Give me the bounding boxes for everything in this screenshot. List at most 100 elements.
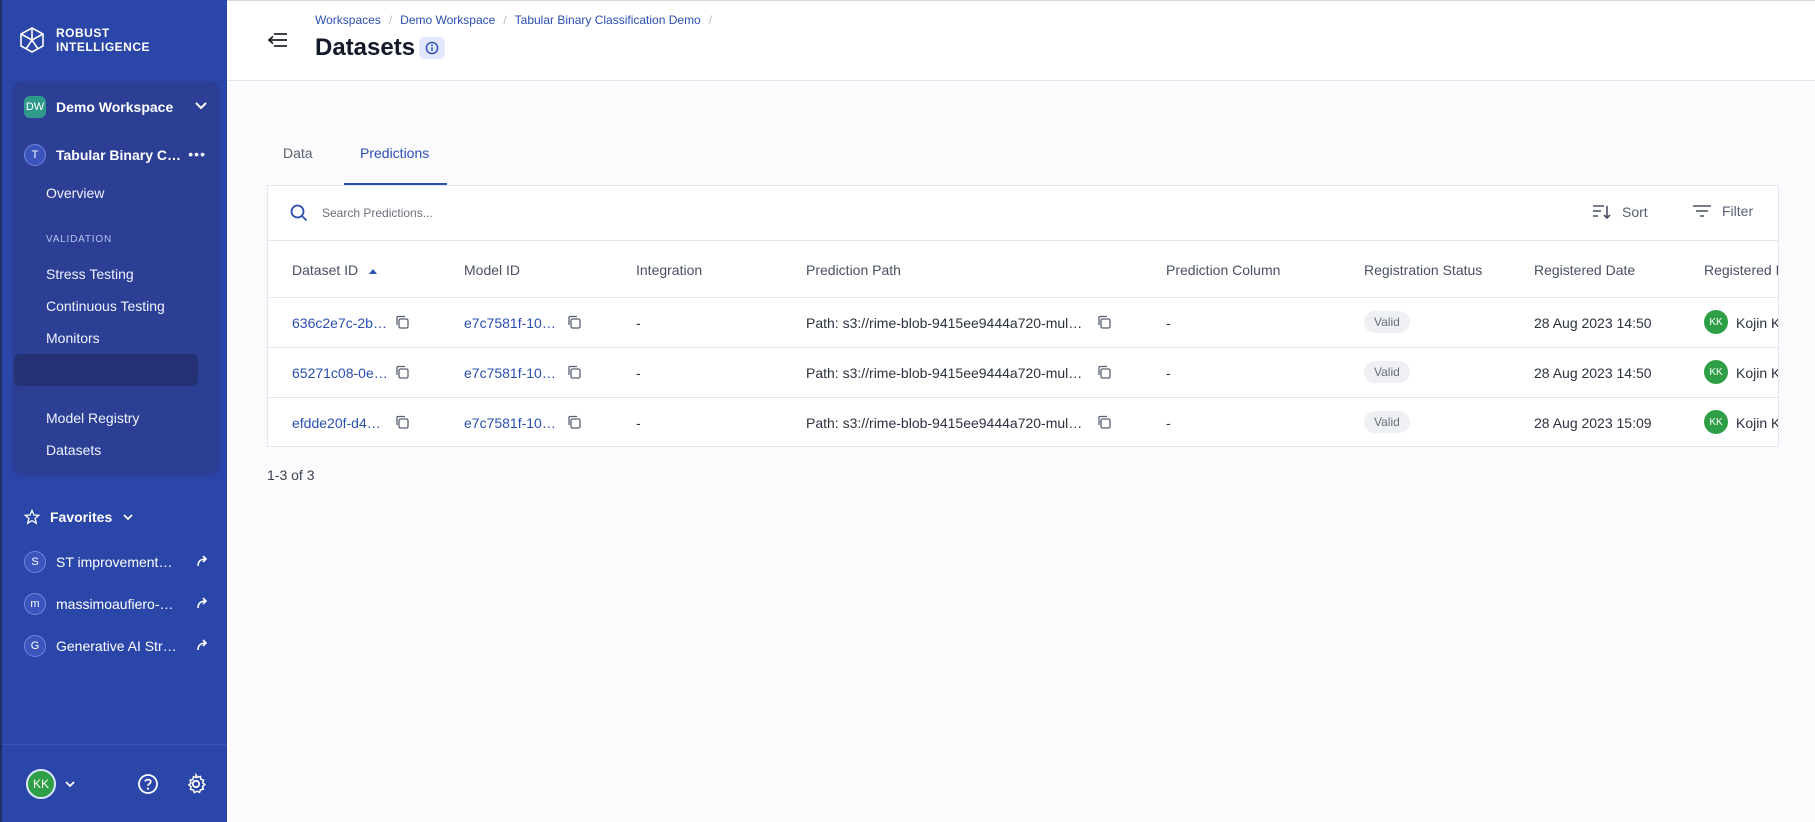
- registered-date-value: 28 Aug 2023 15:09: [1534, 415, 1652, 431]
- avatar: KK: [1704, 410, 1728, 434]
- favorite-label: ST improvements demo: [56, 554, 178, 570]
- star-icon: [24, 509, 40, 525]
- favorite-item[interactable]: m massimoaufiero-demo: [24, 592, 210, 616]
- avatar: KK: [1704, 360, 1728, 384]
- copy-icon[interactable]: [567, 415, 581, 429]
- sidebar-item-stress-testing[interactable]: Stress Testing: [46, 266, 134, 282]
- collapse-menu-icon[interactable]: [267, 29, 289, 51]
- column-integration[interactable]: Integration: [636, 262, 702, 278]
- info-button[interactable]: [419, 37, 445, 59]
- column-model-id[interactable]: Model ID: [464, 262, 520, 278]
- favorite-item[interactable]: S ST improvements demo: [24, 550, 210, 574]
- registered-date-value: 28 Aug 2023 14:50: [1534, 365, 1652, 381]
- prediction-path-value: Path: s3://rime-blob-9415ee9444a720-mul…: [806, 365, 1083, 381]
- status-badge: Valid: [1364, 411, 1410, 433]
- sidebar-item-monitors[interactable]: Monitors: [46, 330, 100, 346]
- page-header: Workspaces / Demo Workspace / Tabular Bi…: [227, 0, 1815, 81]
- gear-icon[interactable]: [185, 773, 207, 795]
- pagination-summary: 1-3 of 3: [267, 467, 315, 483]
- sort-icon: [1593, 205, 1611, 220]
- copy-icon[interactable]: [395, 415, 409, 429]
- workspace-selector[interactable]: DW Demo Workspace: [24, 93, 208, 121]
- column-registered-date[interactable]: Registered Date: [1534, 262, 1635, 278]
- workspace-name: Demo Workspace: [56, 99, 174, 115]
- prediction-column-value: -: [1166, 315, 1171, 331]
- project-badge: T: [24, 144, 46, 166]
- share-arrow-icon[interactable]: [196, 596, 210, 610]
- share-arrow-icon[interactable]: [196, 554, 210, 568]
- help-icon[interactable]: [137, 773, 159, 795]
- share-arrow-icon[interactable]: [196, 638, 210, 652]
- filter-button[interactable]: Filter: [1692, 203, 1753, 219]
- column-registration-status[interactable]: Registration Status: [1364, 262, 1482, 278]
- table-header: Dataset ID Model ID Integration Predicti…: [268, 241, 1778, 298]
- table-row[interactable]: efdde20f-d4… e7c7581f-10… - Path: s3://r…: [268, 398, 1779, 446]
- more-options-icon[interactable]: •••: [188, 146, 206, 162]
- favorites-label: Favorites: [50, 509, 113, 525]
- dataset-id-link[interactable]: 65271c08-0e…: [292, 365, 388, 381]
- chevron-down-icon: [195, 102, 207, 110]
- column-dataset-id[interactable]: Dataset ID: [292, 262, 378, 278]
- favorites-toggle[interactable]: Favorites: [24, 509, 134, 525]
- prediction-path-value: Path: s3://rime-blob-9415ee9444a720-mul…: [806, 315, 1083, 331]
- sidebar-item-continuous-testing[interactable]: Continuous Testing: [46, 298, 165, 314]
- breadcrumb-separator: /: [708, 13, 713, 27]
- search-input[interactable]: [322, 202, 822, 224]
- integration-value: -: [636, 365, 641, 381]
- prediction-column-value: -: [1166, 365, 1171, 381]
- registered-by-value: Kojin K: [1736, 315, 1779, 331]
- table-toolbar: Sort Filter: [268, 186, 1778, 241]
- favorite-badge: m: [24, 593, 46, 615]
- breadcrumb-workspaces[interactable]: Workspaces: [315, 13, 381, 27]
- breadcrumb-separator: /: [388, 13, 393, 27]
- breadcrumb: Workspaces / Demo Workspace / Tabular Bi…: [315, 13, 712, 27]
- copy-icon[interactable]: [1097, 365, 1111, 379]
- sidebar-item-datasets-highlight[interactable]: [14, 354, 198, 386]
- sidebar-divider: [2, 744, 227, 745]
- sort-button[interactable]: Sort: [1592, 203, 1648, 221]
- tab-data[interactable]: Data: [283, 145, 313, 161]
- filter-label: Filter: [1722, 203, 1754, 219]
- column-prediction-path[interactable]: Prediction Path: [806, 262, 901, 278]
- registered-by-value: Kojin K: [1736, 415, 1779, 431]
- copy-icon[interactable]: [1097, 315, 1111, 329]
- breadcrumb-separator: /: [503, 13, 507, 27]
- copy-icon[interactable]: [567, 315, 581, 329]
- status-badge: Valid: [1364, 361, 1410, 383]
- favorite-item[interactable]: G Generative AI Stress Testing: [24, 634, 210, 658]
- copy-icon[interactable]: [1097, 415, 1111, 429]
- column-prediction-column[interactable]: Prediction Column: [1166, 262, 1280, 278]
- breadcrumb-project[interactable]: Tabular Binary Classification Demo: [515, 13, 701, 27]
- registered-by-value: Kojin K: [1736, 365, 1779, 381]
- sidebar-item-model-registry[interactable]: Model Registry: [46, 410, 139, 426]
- sort-label: Sort: [1622, 204, 1648, 220]
- favorite-badge: S: [24, 551, 46, 573]
- page-title: Datasets: [315, 34, 416, 61]
- tab-predictions[interactable]: Predictions: [360, 145, 429, 161]
- dataset-id-link[interactable]: 636c2e7c-2b…: [292, 315, 387, 331]
- brand-logo[interactable]: ROBUST INTELLIGENCE: [18, 26, 150, 54]
- favorite-badge: G: [24, 635, 46, 657]
- copy-icon[interactable]: [395, 365, 409, 379]
- model-id-link[interactable]: e7c7581f-10…: [464, 315, 556, 331]
- sidebar-item-overview[interactable]: Overview: [46, 185, 104, 201]
- table-row[interactable]: 636c2e7c-2b… e7c7581f-10… - Path: s3://r…: [268, 298, 1779, 348]
- avatar: KK: [26, 769, 56, 799]
- table-row[interactable]: 65271c08-0e… e7c7581f-10… - Path: s3://r…: [268, 348, 1779, 398]
- favorite-label: Generative AI Stress Testing: [56, 638, 178, 654]
- section-validation: VALIDATION: [46, 234, 112, 245]
- dataset-id-link[interactable]: efdde20f-d4…: [292, 415, 381, 431]
- column-registered-by[interactable]: Registered By: [1704, 262, 1778, 278]
- copy-icon[interactable]: [567, 365, 581, 379]
- project-name: Tabular Binary Classification Demo: [56, 147, 182, 163]
- model-id-link[interactable]: e7c7581f-10…: [464, 415, 556, 431]
- search-icon: [290, 204, 308, 222]
- copy-icon[interactable]: [395, 315, 409, 329]
- breadcrumb-demo-workspace[interactable]: Demo Workspace: [400, 13, 495, 27]
- model-id-link[interactable]: e7c7581f-10…: [464, 365, 556, 381]
- project-selector[interactable]: T Tabular Binary Classification Demo •••: [24, 142, 210, 168]
- favorite-label: massimoaufiero-demo: [56, 596, 178, 612]
- chevron-down-icon: [123, 514, 133, 521]
- user-menu[interactable]: KK: [26, 769, 76, 799]
- sidebar-item-datasets[interactable]: Datasets: [46, 442, 101, 458]
